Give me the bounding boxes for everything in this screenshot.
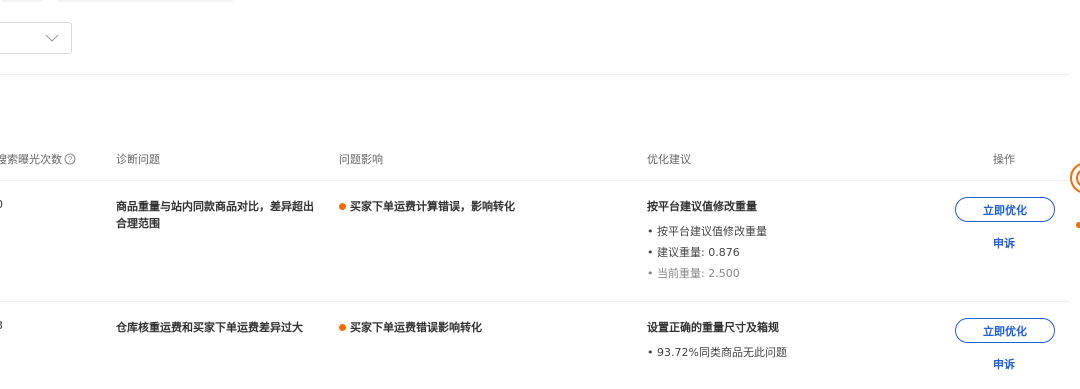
table-header-divider [0,180,1070,181]
tab-stub[interactable] [0,0,44,2]
floating-assistant-icon [1070,163,1080,228]
row-impact-text: 买家下单运费错误影响转化 [350,321,482,334]
optimize-now-button[interactable]: 立即优化 [955,197,1055,222]
row-diagnosis: 仓库核重运费和买家下单运费差异过大 [116,321,303,334]
suggestion-item-text: 建议重量: 0.876 [657,246,740,259]
header-search-exposure-label: 搜索曝光次数 [0,153,62,166]
filter-select[interactable] [0,22,72,54]
chevron-down-icon [45,34,59,42]
svg-text:?: ? [68,155,73,164]
optimize-now-button[interactable]: 立即优化 [955,318,1055,343]
row-diagnosis: 商品重量与站内同款商品对比，差异超出合理范围 [116,200,314,230]
suggestion-item-text: 按平台建议值修改重量 [657,225,767,238]
row-suggestion-title: 按平台建议值修改重量 [647,200,757,213]
suggestion-item-text: 当前重量: 2.500 [657,267,740,280]
header-diagnosis: 诊断问题 [116,153,160,166]
row-divider [0,301,1070,302]
row-impact: 买家下单运费计算错误，影响转化 [339,198,515,214]
row-impact-text: 买家下单运费计算错误，影响转化 [350,200,515,213]
suggestion-item: • 93.72%同类商品无此问题 [647,346,787,359]
warning-dot-icon [339,203,346,210]
row-impact: 买家下单运费错误影响转化 [339,319,482,335]
appeal-link[interactable]: 申诉 [993,235,1015,251]
row-exposure: 3 [0,319,3,332]
header-suggestion: 优化建议 [647,153,691,166]
tab-stub[interactable] [56,0,234,2]
row-suggestion-title: 设置正确的重量尺寸及箱规 [647,321,779,334]
header-search-exposure: 搜索曝光次数? [0,151,76,167]
suggestion-item: • 建议重量: 0.876 [647,246,740,259]
warning-dot-icon [339,324,346,331]
header-action: 操作 [993,153,1015,166]
header-impact: 问题影响 [339,153,383,166]
suggestion-item: • 当前重量: 2.500 [647,267,740,280]
help-circle-icon[interactable]: ? [64,153,76,165]
suggestion-item: • 按平台建议值修改重量 [647,225,767,238]
section-divider [0,74,1070,75]
suggestion-item-text: 93.72%同类商品无此问题 [657,346,787,359]
row-exposure: 0 [0,198,3,211]
appeal-link[interactable]: 申诉 [993,356,1015,372]
floating-assistant-widget[interactable] [1068,156,1080,228]
